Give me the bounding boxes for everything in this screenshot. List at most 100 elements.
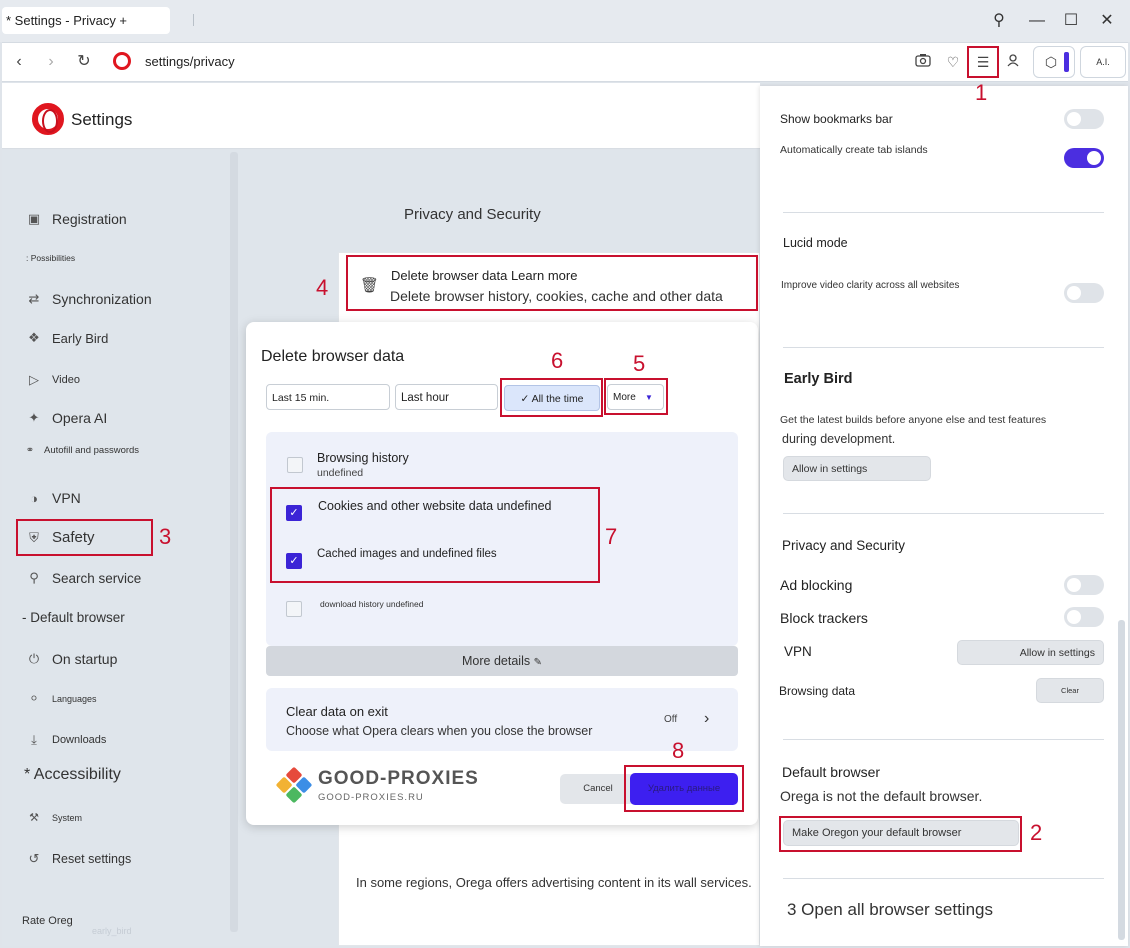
early-bird-heading: Early Bird bbox=[784, 371, 853, 387]
back-icon[interactable]: ‹ bbox=[8, 51, 30, 73]
close-icon[interactable]: ✕ bbox=[1096, 10, 1118, 32]
annotation-number-5: 5 bbox=[633, 351, 646, 376]
good-proxies-logo-icon bbox=[275, 766, 312, 803]
cube-icon[interactable]: ⬡ bbox=[1040, 51, 1062, 73]
sidebar-item-languages[interactable]: ⚪ Languages bbox=[26, 692, 97, 705]
page-title: Settings bbox=[71, 110, 133, 129]
download-icon: ⤓ bbox=[31, 732, 37, 747]
sidebar-item-label: Downloads bbox=[52, 734, 107, 746]
open-all-settings-link[interactable]: 3 Open all browser settings bbox=[787, 900, 993, 920]
minimize-icon[interactable]: — bbox=[1026, 10, 1048, 32]
camera-icon[interactable] bbox=[912, 51, 934, 73]
heart-icon[interactable]: ♡ bbox=[942, 51, 964, 73]
early-bird-desc-2: during development. bbox=[782, 432, 896, 446]
early-bird-desc: Get the latest builds before anyone else… bbox=[780, 414, 1047, 426]
clear-on-exit-title: Clear data on exit bbox=[286, 704, 388, 719]
option-browsing-history: Browsing history bbox=[317, 451, 409, 465]
block-trackers-label: Block trackers bbox=[780, 610, 868, 626]
panel-scrollbar[interactable] bbox=[1118, 620, 1125, 940]
sidebar-item-reset-settings[interactable]: ↺ Reset settings bbox=[26, 851, 132, 867]
sidebar-item-early-bird[interactable]: ❖ Early Bird bbox=[26, 330, 108, 346]
annotation-number-6: 6 bbox=[551, 348, 564, 373]
sidebar-item-label: : Possibilities bbox=[26, 253, 76, 263]
annotation-box-3 bbox=[16, 519, 153, 556]
show-bookmarks-toggle[interactable] bbox=[1064, 109, 1104, 129]
annotation-number-7: 7 bbox=[605, 524, 618, 549]
sidebar-item-registration[interactable]: ▣ Registration bbox=[26, 211, 127, 227]
sidebar-item-label: Autofill and passwords bbox=[44, 445, 140, 456]
range-last-15-min[interactable]: Last 15 min. bbox=[266, 384, 390, 410]
sidebar-item-label: Languages bbox=[52, 693, 97, 704]
range-last-hour[interactable]: Last hour bbox=[395, 384, 498, 410]
divider bbox=[783, 212, 1104, 213]
pencil-icon: ✎ bbox=[533, 657, 542, 668]
sidebar-item-label: - Default browser bbox=[22, 610, 125, 625]
annotation-number-2: 2 bbox=[1030, 820, 1043, 845]
vpn-icon: ◑ bbox=[30, 490, 38, 506]
sidebar-scrollbar[interactable] bbox=[230, 152, 238, 932]
clear-on-exit-sub: Choose what Opera clears when you close … bbox=[286, 724, 593, 738]
sidebar-item-autofill[interactable]: ⚭ Autofill and passwords bbox=[22, 445, 139, 456]
tab-islands-toggle[interactable] bbox=[1064, 148, 1104, 168]
ai-icon: ✦ bbox=[28, 410, 40, 425]
early-bird-allow-button[interactable]: Allow in settings bbox=[783, 456, 931, 481]
checkbox-download-history[interactable] bbox=[286, 601, 302, 617]
lucid-mode-heading: Lucid mode bbox=[783, 236, 848, 250]
ad-blocking-toggle[interactable] bbox=[1064, 575, 1104, 595]
show-bookmarks-label: Show bookmarks bar bbox=[780, 112, 893, 126]
sidebar-item-label: VPN bbox=[52, 490, 81, 506]
sidebar-item-possibilities[interactable]: : Possibilities bbox=[26, 253, 75, 263]
annotation-box-7 bbox=[270, 487, 600, 583]
maximize-icon[interactable]: ☐ bbox=[1060, 10, 1082, 32]
ai-icon[interactable]: A.I. bbox=[1080, 46, 1126, 78]
search-icon[interactable]: ⚲ bbox=[988, 10, 1010, 32]
power-icon: ⏻ bbox=[28, 651, 40, 666]
sidebar-item-label: Search service bbox=[52, 570, 142, 586]
browsing-data-label: Browsing data bbox=[779, 684, 856, 698]
annotation-box-8 bbox=[624, 765, 744, 812]
clear-browsing-data-button[interactable]: Clear bbox=[1036, 678, 1104, 703]
sidebar-item-opera-ai[interactable]: ✦ Opera AI bbox=[26, 410, 108, 426]
sidebar-item-search-service[interactable]: ⚲ Search service bbox=[26, 570, 141, 586]
url-field[interactable]: settings/privacy bbox=[145, 54, 235, 69]
good-proxies-brand: GOOD-PROXIES bbox=[318, 768, 479, 789]
section-heading: Privacy and Security bbox=[404, 206, 541, 223]
bird-icon: ❖ bbox=[28, 330, 40, 345]
sidebar-item-accessibility[interactable]: * Accessibility bbox=[24, 766, 121, 784]
profile-icon[interactable] bbox=[1002, 51, 1024, 73]
browser-tab[interactable]: * Settings - Privacy + bbox=[2, 7, 170, 34]
sidebar-item-rate[interactable]: Rate Oreg bbox=[22, 915, 73, 927]
block-trackers-toggle[interactable] bbox=[1064, 607, 1104, 627]
reload-icon[interactable]: ↻ bbox=[73, 51, 95, 73]
forward-icon[interactable]: › bbox=[40, 51, 62, 73]
advertising-notice: In some regions, Orega offers advertisin… bbox=[356, 875, 752, 890]
vpn-allow-button[interactable]: Allow in settings bbox=[957, 640, 1104, 665]
sidebar-item-default-browser[interactable]: - Default browser bbox=[22, 610, 125, 625]
lucid-mode-label: Improve video clarity across all website… bbox=[781, 280, 960, 291]
wrench-icon: ⚒ bbox=[29, 812, 39, 824]
more-details-label: More details bbox=[462, 654, 531, 668]
sidebar-item-label: Registration bbox=[52, 211, 127, 227]
annotation-box-1 bbox=[967, 46, 999, 78]
sidebar-item-on-startup[interactable]: ⏻ On startup bbox=[26, 651, 118, 667]
sidebar-item-label: Opera AI bbox=[52, 410, 108, 426]
lucid-mode-toggle[interactable] bbox=[1064, 283, 1104, 303]
sidebar-accent bbox=[1064, 52, 1069, 72]
divider bbox=[783, 513, 1104, 514]
default-browser-heading: Default browser bbox=[782, 764, 881, 780]
chevron-right-icon[interactable]: › bbox=[704, 710, 709, 728]
clear-on-exit-state: Off bbox=[664, 714, 678, 725]
globe-icon: ⚪ bbox=[29, 693, 39, 705]
key-icon: ⚭ bbox=[25, 445, 35, 456]
more-details-button[interactable]: More details ✎ bbox=[266, 646, 738, 676]
sidebar-item-label: Synchronization bbox=[52, 291, 152, 307]
image-icon: ▣ bbox=[27, 211, 41, 226]
sidebar-item-downloads[interactable]: ⤓ Downloads bbox=[26, 732, 106, 748]
reset-icon: ↺ bbox=[28, 851, 40, 866]
sidebar-item-system[interactable]: ⚒ System bbox=[26, 811, 82, 824]
sidebar-item-vpn[interactable]: ◑ VPN bbox=[26, 490, 81, 506]
sidebar-item-video[interactable]: ▷ Video bbox=[26, 372, 80, 388]
sidebar-item-synchronization[interactable]: ⇄ Synchronization bbox=[26, 291, 152, 307]
vpn-label: VPN bbox=[784, 644, 812, 659]
checkbox-browsing-history[interactable] bbox=[287, 457, 303, 473]
